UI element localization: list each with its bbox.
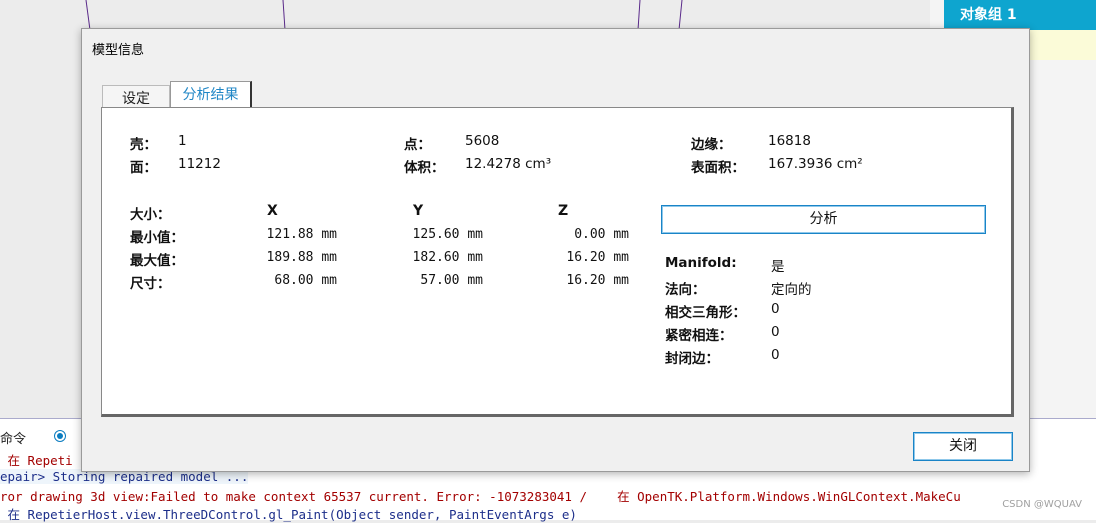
normals-label: 法向： <box>665 282 706 298</box>
min-z: 0.00 mm <box>574 227 629 242</box>
model-info-dialog: 模型信息 设定 分析结果 壳： 1 面： 11212 点： 5608 体积： 1… <box>81 28 1030 472</box>
max-y: 182.60 mm <box>412 250 483 265</box>
tab-analysis-results[interactable]: 分析结果 <box>170 81 252 107</box>
manifold-value: 是 <box>771 259 785 275</box>
points-label: 点： <box>404 137 431 153</box>
closed-edges-label: 封闭边： <box>665 351 719 367</box>
command-label: 命令 <box>0 432 27 447</box>
tab-settings[interactable]: 设定 <box>102 85 170 109</box>
faces-label: 面： <box>130 160 157 176</box>
tightly-connected-value: 0 <box>771 324 780 340</box>
points-value: 5608 <box>465 133 500 149</box>
max-z: 16.20 mm <box>566 250 629 265</box>
dimension-z: 16.20 mm <box>566 273 629 288</box>
watermark: CSDN @WQUAV <box>1002 499 1082 510</box>
column-x: X <box>267 203 278 219</box>
column-y: Y <box>413 203 424 219</box>
faces-value: 11212 <box>178 156 221 172</box>
dialog-title: 模型信息 <box>92 43 145 58</box>
shells-label: 壳： <box>130 137 157 153</box>
intersecting-triangles-value: 0 <box>771 301 780 317</box>
max-x: 189.88 mm <box>266 250 337 265</box>
object-row[interactable] <box>1030 30 1096 60</box>
log-line: 在 Repeti <box>0 453 73 468</box>
surface-area-value: 167.3936 cm² <box>768 156 863 172</box>
tightly-connected-label: 紧密相连： <box>665 328 733 344</box>
edges-label: 边缘： <box>691 137 732 153</box>
analysis-panel: 壳： 1 面： 11212 点： 5608 体积： 12.4278 cm³ 边缘… <box>101 107 1014 417</box>
shells-value: 1 <box>178 133 187 149</box>
command-radio[interactable] <box>54 430 66 442</box>
log-line: ror drawing 3d view:Failed to make conte… <box>0 489 961 504</box>
closed-edges-value: 0 <box>771 347 780 363</box>
dimension-y: 57.00 mm <box>420 273 483 288</box>
dimension-label: 尺寸： <box>130 276 171 292</box>
surface-area-label: 表面积： <box>691 160 745 176</box>
volume-label: 体积： <box>404 160 445 176</box>
analyze-button[interactable]: 分析 <box>661 205 986 234</box>
log-line: 在 RepetierHost.view.ThreeDControl.gl_Pai… <box>0 507 577 522</box>
edges-value: 16818 <box>768 133 811 149</box>
min-label: 最小值： <box>130 230 184 246</box>
max-label: 最大值： <box>130 253 184 269</box>
volume-value: 12.4278 cm³ <box>465 156 552 172</box>
normals-value: 定向的 <box>771 282 812 298</box>
size-label: 大小： <box>130 207 171 223</box>
min-x: 121.88 mm <box>266 227 337 242</box>
manifold-label: Manifold: <box>665 255 737 271</box>
column-z: Z <box>558 203 569 219</box>
object-group-header[interactable]: 对象组 1 <box>944 0 1096 30</box>
intersecting-triangles-label: 相交三角形： <box>665 305 746 321</box>
min-y: 125.60 mm <box>412 227 483 242</box>
close-button[interactable]: 关闭 <box>913 432 1013 461</box>
dimension-x: 68.00 mm <box>274 273 337 288</box>
